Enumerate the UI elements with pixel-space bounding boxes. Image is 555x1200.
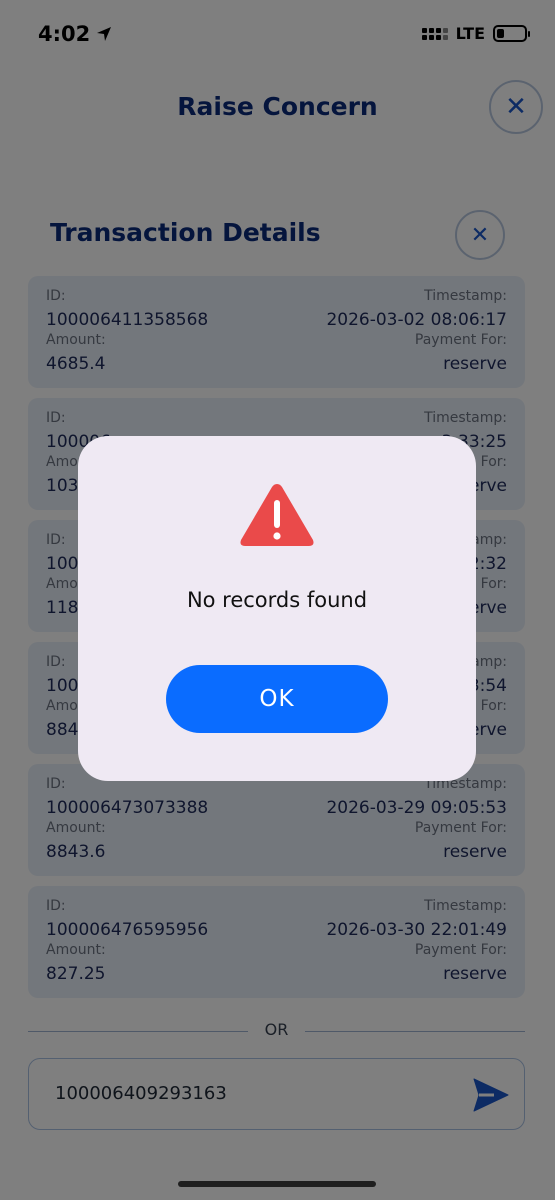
home-indicator[interactable] [178, 1181, 376, 1187]
warning-icon [238, 480, 316, 550]
alert-dialog: No records found OK [78, 436, 476, 781]
alert-message: No records found [186, 588, 368, 612]
ok-button[interactable]: OK [166, 665, 388, 733]
